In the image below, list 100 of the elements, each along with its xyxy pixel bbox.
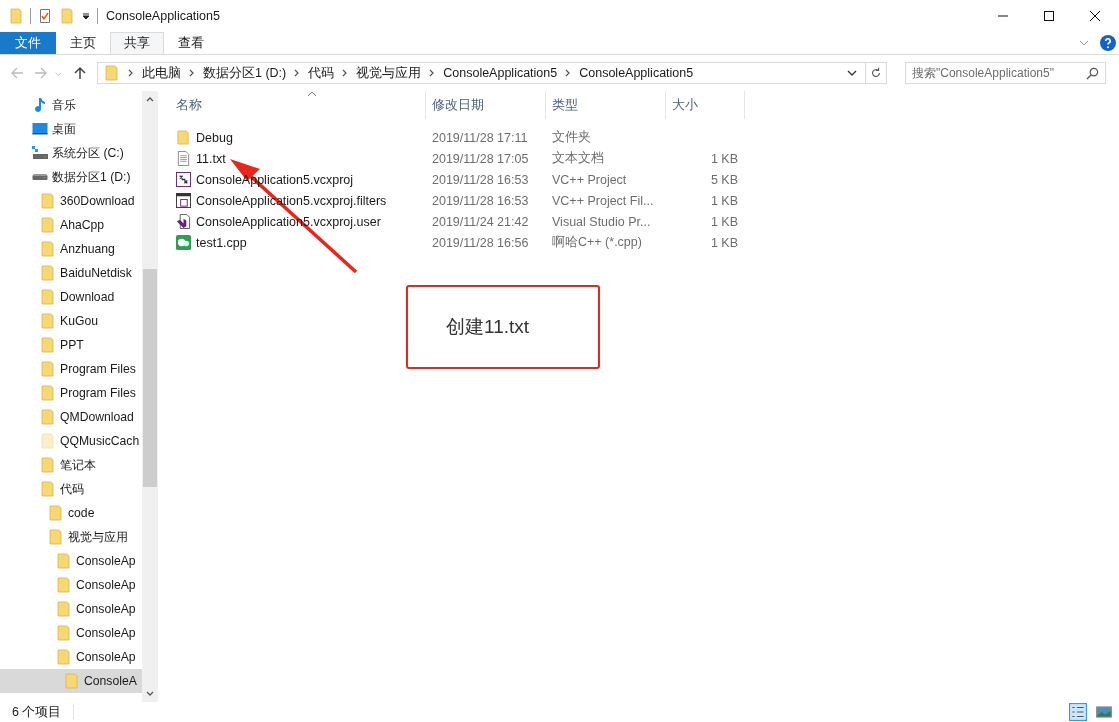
filters-file-icon [176, 193, 191, 208]
search-field[interactable]: 搜索"ConsoleApplication5" [905, 62, 1106, 84]
modified-date: 2019/11/28 16:53 [432, 193, 529, 208]
search-icon [1086, 66, 1099, 80]
chevron-icon[interactable] [188, 68, 196, 78]
column-header[interactable]: 名称 [170, 91, 426, 119]
folder-icon [56, 601, 72, 617]
tree-item[interactable]: QMDownload [0, 405, 142, 429]
folder-icon [40, 433, 56, 449]
chevron-icon[interactable] [127, 68, 135, 78]
folder-icon [48, 529, 64, 545]
tree-item[interactable]: KuGou [0, 309, 142, 333]
scrollbar[interactable] [142, 91, 158, 702]
tree-item[interactable]: ConsoleAp [0, 621, 142, 645]
modified-date: 2019/11/28 16:53 [432, 172, 529, 187]
folder-icon [40, 217, 56, 233]
tree-item[interactable]: ConsoleAp [0, 573, 142, 597]
details-view-icon[interactable] [1069, 703, 1087, 721]
folder-icon [176, 130, 191, 145]
annotation-box: 创建11.txt [406, 285, 600, 369]
folder-icon [40, 289, 56, 305]
window-title: ConsoleApplication5 [106, 9, 220, 23]
tree-item[interactable]: 视觉与应用 [0, 525, 142, 549]
folder-icon [40, 241, 56, 257]
file-name: 11.txt [196, 151, 226, 166]
tree-item[interactable]: Download [0, 285, 142, 309]
folder-icon [64, 673, 80, 689]
folder-icon [40, 337, 56, 353]
up-arrow-icon[interactable] [73, 66, 87, 80]
tree-item[interactable]: Program Files [0, 381, 142, 405]
tree-item[interactable]: PPT [0, 333, 142, 357]
tree-item[interactable]: 桌面 [0, 117, 142, 141]
breadcrumb-item[interactable]: 此电脑 [142, 64, 181, 82]
modified-date: 2019/11/28 17:11 [432, 130, 528, 145]
ribbon-tab[interactable]: 共享 [110, 32, 164, 54]
folder-icon [40, 409, 56, 425]
file-row[interactable]: test1.cpp 2019/11/28 16:56 啊哈C++ (*.cpp) 1 KB [170, 232, 1119, 253]
column-header[interactable]: 大小 [666, 91, 745, 119]
file-row[interactable]: Debug 2019/11/28 17:11 文件夹 [170, 127, 1119, 148]
maximize-icon[interactable] [1043, 10, 1055, 22]
file-type: 文本文档 [552, 150, 604, 167]
project-file-icon [176, 172, 191, 187]
tree-item[interactable]: ConsoleAp [0, 645, 142, 669]
breadcrumb-item[interactable]: ConsoleApplication5 [443, 66, 558, 80]
address-bar[interactable]: 此电脑 数据分区1 (D:) 代码 视觉与应用 ConsoleApplication5 ConsoleApplication5 [97, 62, 887, 84]
drive-icon [32, 174, 48, 180]
folder-icon [40, 361, 56, 377]
tree-item[interactable]: QQMusicCach [0, 429, 142, 453]
folder-icon [56, 577, 72, 593]
file-name: test1.cpp [196, 235, 247, 250]
folder-icon [40, 313, 56, 329]
folder-icon [56, 649, 72, 665]
tree-item[interactable]: AhaCpp [0, 213, 142, 237]
tree-item[interactable]: BaiduNetdisk [0, 261, 142, 285]
file-size: 1 KB [710, 151, 738, 166]
breadcrumb-item[interactable]: 代码 [308, 64, 335, 82]
tree-item[interactable]: code [0, 501, 142, 525]
folder-icon [40, 481, 56, 497]
close-icon[interactable] [1089, 10, 1101, 22]
folder-icon [56, 553, 72, 569]
file-size: 5 KB [710, 172, 738, 187]
folder-icon [40, 457, 56, 473]
breadcrumb-item[interactable]: ConsoleApplication5 [579, 66, 694, 80]
refresh-icon[interactable] [870, 67, 882, 79]
modified-date: 2019/11/28 17:05 [432, 151, 529, 166]
tree-item[interactable]: 360Download [0, 189, 142, 213]
folder-icon [40, 193, 56, 209]
text-file-icon [176, 151, 191, 166]
file-type: VC++ Project [552, 172, 627, 187]
tree-item[interactable]: 笔记本 [0, 453, 142, 477]
file-type: VC++ Project Fil... [552, 193, 654, 208]
tree-item[interactable]: ConsoleAp [0, 597, 142, 621]
column-header[interactable]: 修改日期 [426, 91, 546, 119]
file-size: 1 KB [710, 235, 738, 250]
tree-item[interactable]: Anzhuang [0, 237, 142, 261]
tree-item[interactable]: 音乐 [0, 93, 142, 117]
column-header[interactable]: 类型 [546, 91, 666, 119]
modified-date: 2019/11/28 16:56 [432, 235, 529, 250]
file-type: Visual Studio Pr... [552, 214, 651, 229]
properties-icon[interactable] [37, 8, 53, 24]
desktop-icon [32, 121, 48, 137]
help-icon[interactable] [1100, 35, 1116, 51]
folder-icon [40, 265, 56, 281]
modified-date: 2019/11/24 21:42 [432, 214, 529, 229]
cpp-file-icon [176, 235, 191, 250]
tree-item[interactable]: Program Files [0, 357, 142, 381]
breadcrumb-item[interactable]: 数据分区1 (D:) [203, 64, 287, 82]
tree-item[interactable]: 数据分区1 (D:) [0, 165, 142, 189]
file-size: 1 KB [710, 214, 738, 229]
breadcrumb-item[interactable]: 视觉与应用 [356, 64, 422, 82]
ribbon-tab[interactable]: 文件 [0, 32, 56, 54]
file-size: 1 KB [710, 193, 738, 208]
tree-item[interactable]: ConsoleA [0, 669, 142, 693]
thumbnail-view-icon[interactable] [1095, 703, 1113, 721]
file-row[interactable]: 11.txt 2019/11/28 17:05 文本文档 1 KB [170, 148, 1119, 169]
tree-item[interactable]: 代码 [0, 477, 142, 501]
tree-item[interactable]: 系统分区 (C:) [0, 141, 142, 165]
dropdown-icon[interactable] [81, 11, 91, 21]
tree-item[interactable]: ConsoleAp [0, 549, 142, 573]
folder-icon [56, 625, 72, 641]
